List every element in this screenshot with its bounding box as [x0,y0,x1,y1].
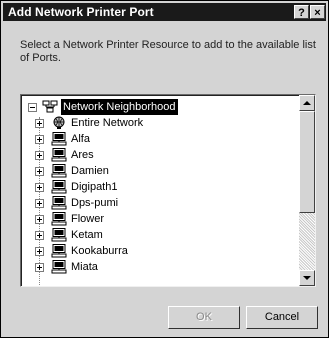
tree-item-label: Kookaburra [71,245,128,257]
tree-item-label: Miata [71,261,98,273]
help-button[interactable]: ? [294,5,309,19]
tree-item-label: Digipath1 [71,181,118,193]
tree-item-dps-pumi[interactable]: Dps-pumi [21,195,299,211]
tree-item-kookaburra[interactable]: Kookaburra [21,243,299,259]
tree-item-miata[interactable]: Miata [21,259,299,275]
scroll-thumb[interactable] [299,111,315,213]
tree-item-label: Ketam [71,229,103,241]
add-network-printer-port-dialog: Add Network Printer Port ? × Select a Ne… [0,0,329,338]
computer-icon [51,148,67,162]
close-button[interactable]: × [310,5,325,19]
tree-item-ketam[interactable]: Ketam [21,227,299,243]
expand-icon[interactable] [35,263,44,272]
network-neighborhood-icon [42,100,58,113]
computer-icon [51,180,67,194]
tree-item-label: Ares [71,149,94,161]
expand-icon[interactable] [35,167,44,176]
tree-item-label: Flower [71,213,105,225]
tree-item-digipath1[interactable]: Digipath1 [21,179,299,195]
collapse-icon[interactable] [28,103,37,112]
computer-icon [51,196,67,210]
tree-item-ares[interactable]: Ares [21,147,299,163]
computer-icon [51,260,67,274]
tree-item-label: Dps-pumi [71,197,119,209]
scroll-up-arrow-icon[interactable] [299,95,315,111]
expand-icon[interactable] [35,151,44,160]
expand-icon[interactable] [35,119,44,128]
tree-item-damien[interactable]: Damien [21,163,299,179]
expand-icon[interactable] [35,215,44,224]
tree-item-label: Damien [71,165,109,177]
instructions-text: Select a Network Printer Resource to add… [20,39,316,64]
network-tree-view[interactable]: Network Neighborhood Entire Network Alfa… [20,94,316,287]
computer-icon [51,228,67,242]
computer-icon [51,244,67,258]
tree-root-row[interactable]: Network Neighborhood [21,99,299,115]
tree-item-label: Alfa [71,133,90,145]
title-bar[interactable]: Add Network Printer Port ? × [3,3,326,21]
cancel-button[interactable]: Cancel [246,306,318,329]
computer-icon [51,164,67,178]
computer-icon [51,132,67,146]
expand-icon[interactable] [35,231,44,240]
tree-item-label: Entire Network [71,117,144,129]
vertical-scrollbar[interactable] [299,95,315,286]
tree-item-entire-network[interactable]: Entire Network [21,115,299,131]
ok-button[interactable]: OK [168,306,240,329]
tree-item-alfa[interactable]: Alfa [21,131,299,147]
tree-root-label[interactable]: Network Neighborhood [61,99,178,115]
expand-icon[interactable] [35,183,44,192]
window-title: Add Network Printer Port [8,5,154,19]
tree-item-flower[interactable]: Flower [21,211,299,227]
scroll-down-arrow-icon[interactable] [299,270,315,286]
computer-icon [51,212,67,226]
expand-icon[interactable] [35,135,44,144]
globe-icon [53,116,65,129]
tree-list: Network Neighborhood Entire Network Alfa… [21,99,299,286]
expand-icon[interactable] [35,247,44,256]
expand-icon[interactable] [35,199,44,208]
